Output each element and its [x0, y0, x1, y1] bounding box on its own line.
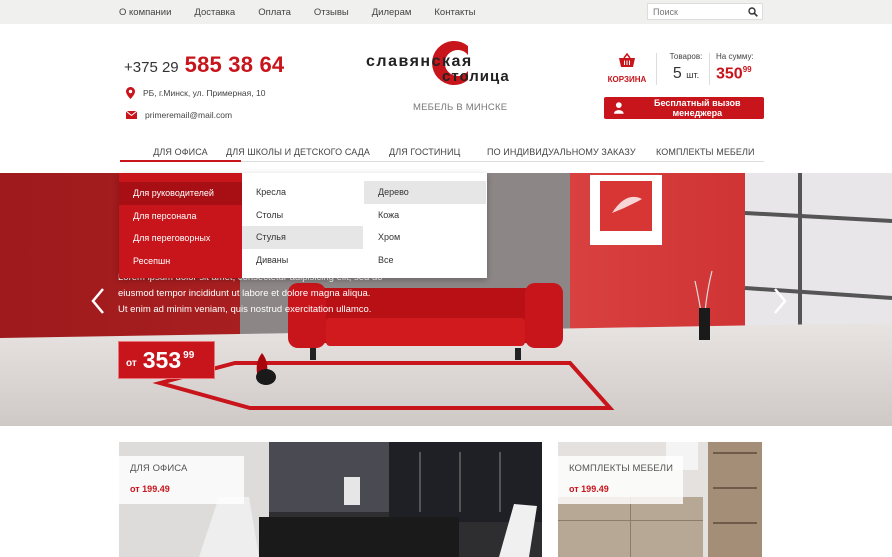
office-card-label: ДЛЯ ОФИСА от 199.49	[119, 456, 244, 504]
logo[interactable]: славянская столица	[364, 38, 516, 88]
cart-goods-count: Товаров: 5 шт.	[664, 52, 708, 83]
dropdown-item-reception[interactable]: Ресепшн	[119, 250, 242, 273]
cart-divider	[656, 53, 657, 85]
call-manager-label: Бесплатный вызов менеджера	[653, 98, 741, 118]
price-prefix: от	[126, 357, 137, 369]
dropdown-item-armchairs[interactable]: Кресла	[242, 181, 363, 204]
logo-subtitle: МЕБЕЛЬ В МИНСКЕ	[413, 102, 508, 113]
phone-main: 585 38 64	[184, 52, 285, 77]
category-card-furniture-sets[interactable]: КОМПЛЕКТЫ МЕБЕЛИ от 199.49	[558, 442, 762, 557]
slider-prev-arrow-icon[interactable]	[90, 287, 106, 315]
address-text: РБ, г.Минск, ул. Примерная, 10	[143, 88, 266, 98]
topnav-payment-link[interactable]: Оплата	[258, 7, 291, 18]
hero-text-line-2: eiusmod tempor incididunt ut labore et d…	[118, 288, 371, 299]
phone-code: +375 29	[124, 59, 179, 76]
goods-unit: шт.	[686, 70, 700, 80]
nav-hotels[interactable]: ДЛЯ ГОСТИНИЦ	[389, 147, 460, 157]
category-card-office[interactable]: ДЛЯ ОФИСА от 199.49	[119, 442, 542, 557]
slider-next-arrow-icon[interactable]	[772, 287, 788, 315]
topnav-contacts-link[interactable]: Контакты	[434, 7, 475, 18]
dropdown-item-staff[interactable]: Для персонала	[119, 205, 242, 228]
goods-count: 5	[672, 65, 682, 82]
call-manager-button[interactable]: Бесплатный вызов менеджера	[604, 97, 764, 119]
cart-divider-2	[709, 53, 710, 85]
email[interactable]: primeremail@mail.com	[126, 110, 232, 120]
topnav-delivery-link[interactable]: Доставка	[194, 7, 235, 18]
dropdown-item-chrome[interactable]: Хром	[364, 226, 486, 249]
topnav-about-link[interactable]: О компании	[119, 7, 171, 18]
dropdown-item-tables[interactable]: Столы	[242, 204, 363, 227]
furniture-card-title: КОМПЛЕКТЫ МЕБЕЛИ	[569, 463, 673, 474]
dropdown-item-leather[interactable]: Кожа	[364, 204, 486, 227]
search-icon[interactable]	[748, 7, 758, 17]
furniture-card-price: от 199.49	[569, 484, 609, 494]
basket-icon	[619, 52, 635, 67]
nav-school[interactable]: ДЛЯ ШКОЛЫ И ДЕТСКОГО САДА	[226, 147, 370, 157]
sum-cents: 99	[742, 65, 752, 74]
office-card-price: от 199.49	[130, 484, 170, 494]
top-nav: О компании Доставка Оплата Отзывы Дилера…	[119, 0, 498, 24]
price-value: 353	[142, 346, 182, 373]
dropdown-type-column: Кресла Столы Стулья Диваны	[242, 181, 363, 271]
nav-office[interactable]: ДЛЯ ОФИСА	[120, 140, 241, 162]
sum-value: 350	[716, 65, 743, 83]
topnav-dealers-link[interactable]: Дилерам	[372, 7, 412, 18]
dropdown-material-column: Дерево Кожа Хром Все	[364, 181, 486, 271]
dropdown-item-wood[interactable]: Дерево	[364, 181, 486, 204]
address: РБ, г.Минск, ул. Примерная, 10	[126, 87, 265, 99]
dropdown-item-executives[interactable]: Для руководителей	[119, 182, 242, 205]
phone-number[interactable]: +375 29 585 38 64	[124, 52, 284, 78]
goods-label: Товаров:	[669, 52, 703, 61]
dropdown-category-column: Для руководителей Для персонала Для пере…	[119, 173, 242, 278]
email-text: primeremail@mail.com	[145, 110, 233, 120]
search-input[interactable]	[648, 6, 743, 17]
person-icon	[614, 102, 624, 114]
top-bar: О компании Доставка Оплата Отзывы Дилера…	[0, 0, 892, 24]
dropdown-item-chairs[interactable]: Стулья	[242, 226, 363, 249]
envelope-icon	[126, 111, 137, 119]
cart-button[interactable]: КОРЗИНА	[607, 52, 647, 84]
office-dropdown-menu: Для руководителей Для персонала Для пере…	[119, 173, 487, 278]
cart-label: КОРЗИНА	[607, 75, 647, 84]
cart-sum: На сумму: 35099	[716, 52, 754, 83]
dropdown-item-sofas[interactable]: Диваны	[242, 249, 363, 272]
sum-label: На сумму:	[716, 52, 754, 61]
dropdown-item-all[interactable]: Все	[364, 249, 486, 272]
search-box	[647, 3, 763, 20]
dropdown-item-meeting-rooms[interactable]: Для переговорных	[119, 227, 242, 250]
price-cents: 99	[183, 349, 195, 361]
nav-custom-order[interactable]: ПО ИНДИВИДУАЛЬНОМУ ЗАКАЗУ	[487, 147, 636, 157]
nav-furniture-sets[interactable]: КОМПЛЕКТЫ МЕБЕЛИ	[656, 147, 755, 157]
office-card-title: ДЛЯ ОФИСА	[130, 463, 188, 474]
main-nav: ДЛЯ ОФИСА ДЛЯ ШКОЛЫ И ДЕТСКОГО САДА ДЛЯ …	[120, 140, 764, 162]
hero-price-badge[interactable]: от 353 99	[118, 341, 215, 379]
hero-text-line-3: Ut enim ad minim veniam, quis nostrud ex…	[118, 304, 372, 315]
topnav-reviews-link[interactable]: Отзывы	[314, 7, 349, 18]
furniture-card-label: КОМПЛЕКТЫ МЕБЕЛИ от 199.49	[558, 456, 683, 504]
map-pin-icon	[126, 87, 135, 99]
logo-text-bottom: столица	[442, 68, 510, 85]
